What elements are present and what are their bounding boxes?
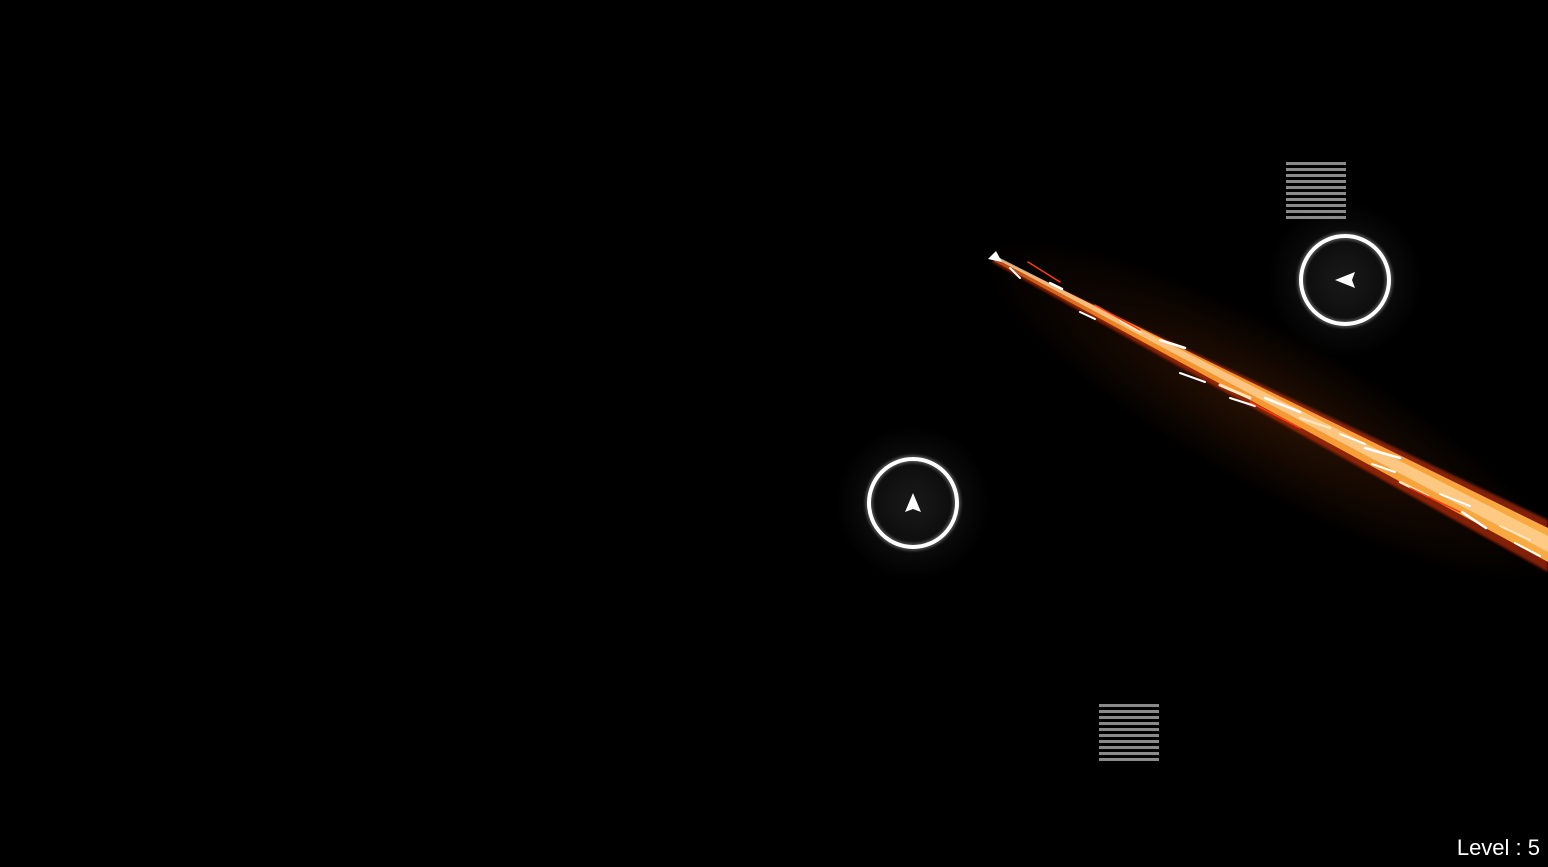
striped-block-icon [1286,162,1346,219]
fire-trail [978,235,1548,585]
striped-block-icon [1099,704,1159,761]
turret-upper-right[interactable] [1267,202,1423,358]
fire-trail-halo [978,235,1548,585]
block-upper-right [1286,162,1346,219]
game-scene [835,162,1548,761]
turret-center[interactable] [835,425,991,581]
block-lower-center [1099,704,1159,761]
level-indicator: Level : 5 [1456,835,1540,860]
game-viewport[interactable]: Level : 5 [0,0,1548,867]
